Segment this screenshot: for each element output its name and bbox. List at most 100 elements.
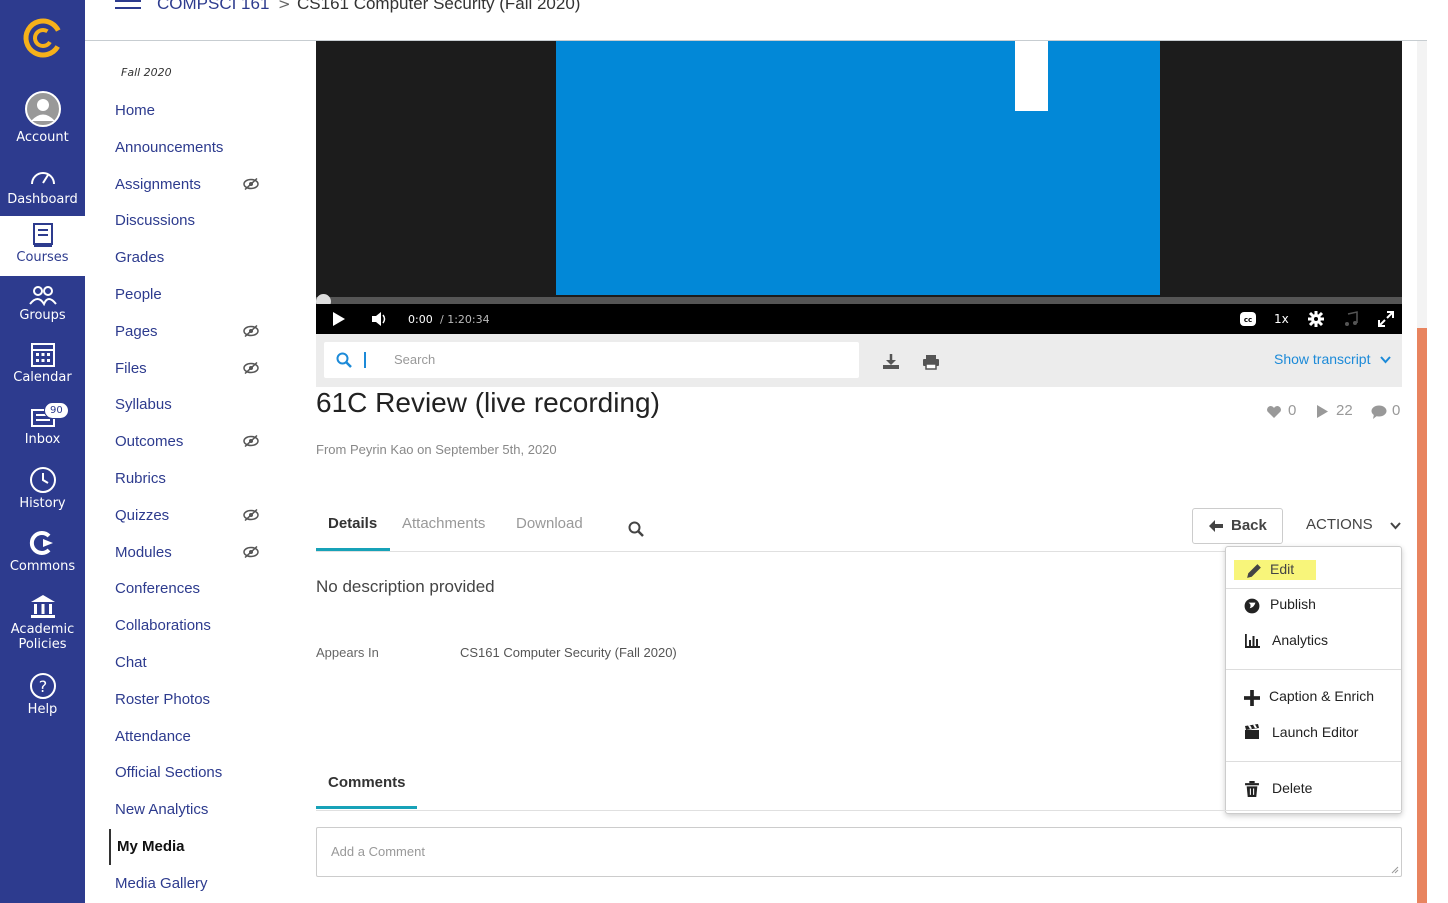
breadcrumb-course[interactable]: COMPSCI 161 xyxy=(157,0,269,14)
analytics-menu-item[interactable]: Analytics xyxy=(1226,623,1401,659)
caption-enrich-label: Caption & Enrich xyxy=(1269,688,1375,704)
search-icon xyxy=(336,352,352,368)
hidden-eye-slash-icon[interactable] xyxy=(243,362,259,374)
course-nav-item-syllabus[interactable]: Syllabus xyxy=(115,396,172,413)
course-nav: Fall 2020 Home Announcements Assignments Di… xyxy=(109,41,299,903)
course-nav-item-roster-photos[interactable]: Roster Photos xyxy=(115,691,210,708)
scrollbar-thumb[interactable] xyxy=(1417,328,1427,903)
course-nav-item-my-media[interactable]: My Media xyxy=(109,829,185,865)
comments-count: 0 xyxy=(1392,402,1401,419)
help-icon: ? xyxy=(29,673,56,699)
transcript-search-input[interactable]: Search xyxy=(324,342,859,378)
dropdown-separator xyxy=(1226,669,1401,670)
course-nav-item-home[interactable]: Home xyxy=(115,102,155,119)
course-nav-item-modules[interactable]: Modules xyxy=(115,544,172,561)
inbox-badge: 90 xyxy=(44,402,69,419)
chevron-down-icon[interactable] xyxy=(1380,356,1391,364)
nav-help[interactable]: ? Help xyxy=(0,672,85,717)
hidden-eye-slash-icon[interactable] xyxy=(243,325,259,337)
nav-inbox[interactable]: 90 Inbox xyxy=(0,402,85,447)
nav-account[interactable]: Account xyxy=(0,90,85,145)
settings-gear-icon[interactable] xyxy=(1308,311,1324,327)
course-nav-item-rubrics[interactable]: Rubrics xyxy=(115,470,166,487)
groups-icon xyxy=(28,286,57,306)
nav-commons[interactable]: Commons xyxy=(0,529,85,574)
hidden-eye-slash-icon[interactable] xyxy=(243,546,259,558)
hidden-eye-slash-icon[interactable] xyxy=(243,435,259,447)
appears-in-value[interactable]: CS161 Computer Security (Fall 2020) xyxy=(460,645,677,660)
nav-dashboard[interactable]: Dashboard xyxy=(0,166,85,207)
analytics-label: Analytics xyxy=(1272,632,1329,648)
dashboard-icon xyxy=(30,172,55,185)
hidden-eye-slash-icon[interactable] xyxy=(243,178,259,190)
nav-calendar[interactable]: Calendar xyxy=(0,340,85,385)
course-nav-item-files[interactable]: Files xyxy=(115,360,147,377)
course-nav-item-grades[interactable]: Grades xyxy=(115,249,164,266)
course-nav-item-outcomes[interactable]: Outcomes xyxy=(115,433,183,450)
course-nav-item-media-gallery[interactable]: Media Gallery xyxy=(115,875,208,892)
pencil-icon xyxy=(1247,564,1261,578)
svg-text:?: ? xyxy=(38,677,47,696)
audio-track-icon[interactable] xyxy=(1344,311,1358,327)
volume-icon[interactable] xyxy=(372,312,388,326)
duration: / 1:20:34 xyxy=(440,313,490,326)
nav-help-label: Help xyxy=(27,702,58,717)
tab-attachments[interactable]: Attachments xyxy=(402,515,485,532)
hamburger-icon[interactable] xyxy=(115,0,141,16)
text-cursor xyxy=(364,352,366,368)
actions-menu-button[interactable]: ACTIONS xyxy=(1306,516,1401,533)
actions-label: ACTIONS xyxy=(1306,516,1373,533)
courses-icon xyxy=(32,223,53,247)
current-time: 0:00 xyxy=(408,313,433,326)
publish-menu-item[interactable]: Publish xyxy=(1226,587,1401,623)
nav-commons-label: Commons xyxy=(9,559,76,574)
course-nav-item-new-analytics[interactable]: New Analytics xyxy=(115,801,208,818)
tab-details[interactable]: Details xyxy=(328,515,377,532)
nav-academic-policies[interactable]: Academic Policies xyxy=(0,592,85,652)
fullscreen-icon[interactable] xyxy=(1378,311,1394,327)
play-icon[interactable] xyxy=(333,312,345,326)
back-button[interactable]: Back xyxy=(1192,508,1283,544)
transcript-bar: Search Show transcript xyxy=(316,334,1402,387)
course-nav-item-people[interactable]: People xyxy=(115,286,162,303)
launch-editor-menu-item[interactable]: Launch Editor xyxy=(1226,715,1401,751)
course-nav-item-discussions[interactable]: Discussions xyxy=(115,212,195,229)
playback-speed[interactable]: 1x xyxy=(1274,312,1289,326)
closed-captions-icon[interactable]: cc xyxy=(1240,312,1256,326)
active-tab-indicator xyxy=(316,548,390,551)
nav-groups[interactable]: Groups xyxy=(0,284,85,323)
course-nav-item-pages[interactable]: Pages xyxy=(115,323,158,340)
edit-menu-item[interactable]: Edit xyxy=(1226,551,1401,588)
course-nav-item-chat[interactable]: Chat xyxy=(115,654,147,671)
comments-tab[interactable]: Comments xyxy=(328,774,406,791)
back-label: Back xyxy=(1231,517,1267,534)
dropdown-separator xyxy=(1226,761,1401,762)
comment-input[interactable]: Add a Comment xyxy=(316,827,1402,877)
hidden-eye-slash-icon[interactable] xyxy=(243,509,259,521)
tab-download[interactable]: Download xyxy=(516,515,583,532)
course-nav-item-official-sections[interactable]: Official Sections xyxy=(115,764,222,781)
video-frame xyxy=(556,41,1160,295)
progress-bar[interactable] xyxy=(316,297,1402,304)
bar-chart-icon xyxy=(1245,634,1260,648)
course-nav-item-announcements[interactable]: Announcements xyxy=(115,139,223,156)
course-nav-item-assignments[interactable]: Assignments xyxy=(115,176,201,193)
search-tab-icon[interactable] xyxy=(628,521,644,537)
canvas-logo-icon[interactable] xyxy=(22,17,64,59)
nav-history[interactable]: History xyxy=(0,466,85,511)
show-transcript-link[interactable]: Show transcript xyxy=(1274,351,1370,367)
nav-courses[interactable]: Courses xyxy=(0,216,85,276)
print-icon[interactable] xyxy=(922,354,940,370)
caption-enrich-menu-item[interactable]: Caption & Enrich xyxy=(1226,679,1401,715)
heart-icon[interactable] xyxy=(1266,405,1282,419)
course-nav-item-quizzes[interactable]: Quizzes xyxy=(115,507,169,524)
course-nav-item-collaborations[interactable]: Collaborations xyxy=(115,617,211,634)
video-frame-detail xyxy=(1015,41,1048,111)
course-nav-item-attendance[interactable]: Attendance xyxy=(115,728,191,745)
download-transcript-icon[interactable] xyxy=(882,353,900,370)
video-player[interactable]: 0:00 / 1:20:34 cc 1x xyxy=(316,41,1402,334)
course-nav-item-conferences[interactable]: Conferences xyxy=(115,580,200,597)
edit-label: Edit xyxy=(1270,561,1295,577)
resize-handle-icon[interactable] xyxy=(1391,866,1399,874)
nav-academic-label: Academic xyxy=(10,622,75,637)
